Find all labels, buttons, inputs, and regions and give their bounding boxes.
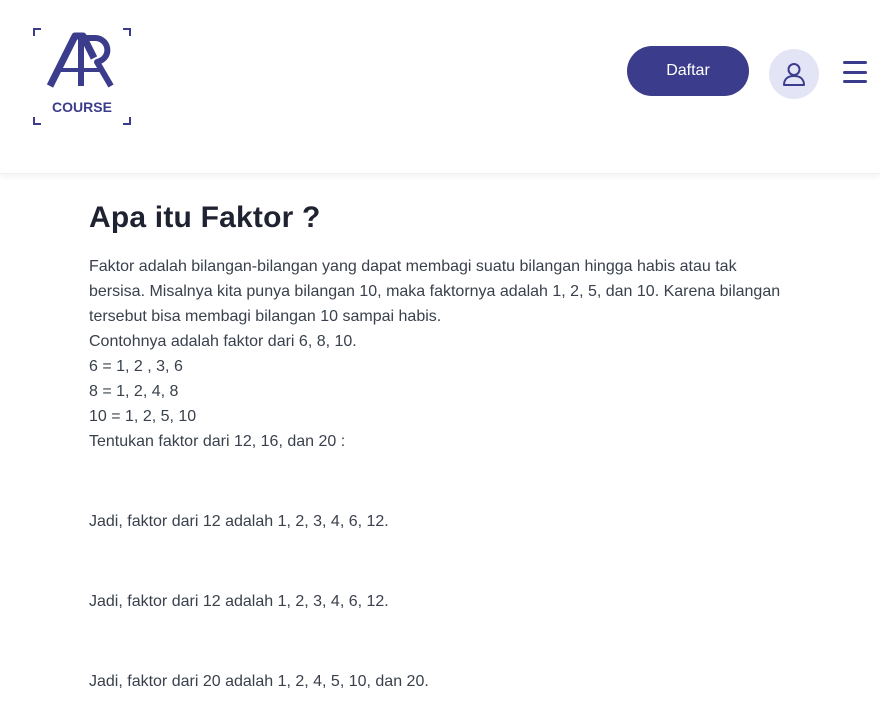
conclusion-line: Jadi, faktor dari 20 adalah 1, 2, 4, 5, … bbox=[89, 673, 429, 690]
hamburger-menu-button[interactable] bbox=[842, 60, 868, 84]
logo-text: COURSE bbox=[52, 99, 112, 115]
body-line: Tentukan faktor dari 12, 16, dan 20 : bbox=[89, 433, 346, 450]
hamburger-line bbox=[843, 80, 867, 83]
site-header: COURSE Daftar bbox=[0, 0, 880, 174]
body-line: 8 = 1, 2, 4, 8 bbox=[89, 383, 179, 400]
hamburger-menu-icon bbox=[843, 61, 867, 64]
article-title: Apa itu Faktor ? bbox=[89, 201, 321, 234]
hamburger-line bbox=[843, 70, 867, 74]
profile-button[interactable] bbox=[769, 49, 819, 99]
ar-course-logo[interactable]: COURSE bbox=[33, 28, 131, 125]
body-line: Contohnya adalah faktor dari 6, 8, 10. bbox=[89, 333, 357, 350]
article-content: Apa itu Faktor ? Faktor adalah bilangan-… bbox=[89, 196, 789, 694]
logo-icon: COURSE bbox=[33, 28, 131, 125]
body-line: 10 = 1, 2, 5, 10 bbox=[89, 408, 197, 425]
article-body: Faktor adalah bilangan-bilangan yang dap… bbox=[89, 254, 789, 694]
conclusion-line: Jadi, faktor dari 12 adalah 1, 2, 3, 4, … bbox=[89, 593, 389, 610]
body-line: Faktor adalah bilangan-bilangan yang dap… bbox=[89, 258, 737, 275]
register-button[interactable]: Daftar bbox=[627, 46, 749, 96]
body-line: tersebut bisa membagi bilangan 10 sampai… bbox=[89, 308, 442, 325]
user-icon bbox=[783, 63, 805, 86]
body-line: bersisa. Misalnya kita punya bilangan 10… bbox=[89, 283, 781, 300]
conclusion-line: Jadi, faktor dari 12 adalah 1, 2, 3, 4, … bbox=[89, 513, 389, 530]
body-line: 6 = 1, 2 , 3, 6 bbox=[89, 358, 183, 375]
